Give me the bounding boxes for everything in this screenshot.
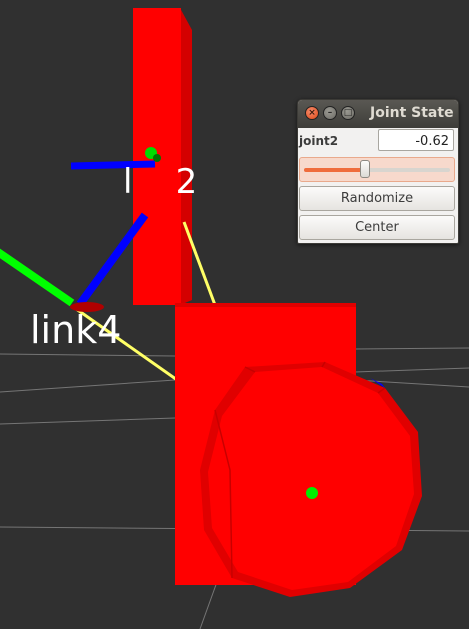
close-icon[interactable]: × xyxy=(305,106,319,120)
center-button[interactable]: Center xyxy=(299,215,455,240)
slider-track[interactable] xyxy=(304,168,450,172)
slider-handle[interactable] xyxy=(360,160,371,178)
maximize-icon[interactable]: □ xyxy=(341,106,355,120)
link4-label: link4 xyxy=(30,308,121,352)
wheel-center-marker xyxy=(306,487,318,499)
joint-state-window[interactable]: × – □ Joint State joint2 Randomize Cente… xyxy=(297,99,459,244)
link4-wheel xyxy=(200,361,422,597)
joint-name-label: joint2 xyxy=(299,134,339,148)
randomize-button[interactable]: Randomize xyxy=(299,186,455,211)
link2-body xyxy=(133,8,192,305)
slider-fill xyxy=(304,168,366,172)
link4-axis-y xyxy=(0,248,75,307)
joint-value-field[interactable] xyxy=(378,129,454,151)
link2-origin-marker-shade xyxy=(153,154,161,162)
link2-label: l 2 xyxy=(123,162,197,202)
joint-slider[interactable] xyxy=(299,157,455,182)
minimize-icon[interactable]: – xyxy=(323,106,337,120)
rviz-3d-viewport[interactable]: l 2 link4 xyxy=(0,0,469,629)
window-title: Joint State xyxy=(370,105,454,121)
window-titlebar[interactable]: × – □ Joint State xyxy=(298,100,458,128)
